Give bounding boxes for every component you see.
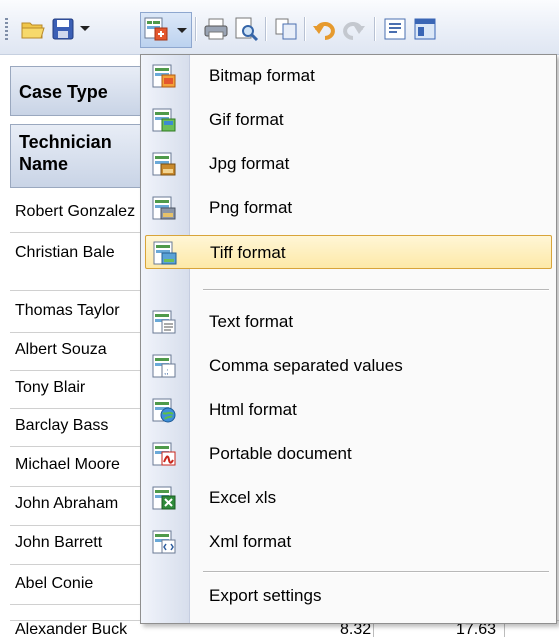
pdf-icon: [151, 441, 177, 467]
menu-item-label: Export settings: [209, 586, 322, 605]
row-divider: [10, 290, 140, 291]
menu-item-bitmap-format[interactable]: Bitmap format: [145, 59, 552, 93]
csv-icon: ,;: [151, 353, 177, 379]
export-icon: [143, 16, 169, 42]
toolbar-separator: [265, 17, 267, 41]
row-divider: [10, 486, 140, 487]
print-icon[interactable]: [203, 16, 229, 42]
table-row[interactable]: John Barrett: [15, 534, 141, 552]
menu-item-label: Bitmap format: [209, 66, 315, 85]
row-divider: [10, 370, 140, 371]
menu-separator: [203, 571, 549, 573]
export-button[interactable]: [140, 12, 192, 48]
toolbar-separator: [304, 17, 306, 41]
table-row[interactable]: Michael Moore: [15, 456, 141, 474]
row-divider: [10, 525, 140, 526]
column-header-technician-name[interactable]: Technician Name: [10, 124, 150, 188]
xml-icon: [151, 529, 177, 555]
menu-item-tiff-format[interactable]: Tiff format: [145, 235, 552, 269]
menu-item-comma-separated-values[interactable]: ,; Comma separated values: [145, 349, 552, 383]
menu-item-label: Jpg format: [209, 154, 290, 173]
bitmap-icon: [151, 63, 177, 89]
row-divider: [10, 232, 140, 233]
table-row[interactable]: Thomas Taylor: [15, 302, 141, 320]
menu-item-label: Html format: [209, 400, 297, 419]
row-divider: [10, 408, 140, 409]
jpg-icon: [151, 151, 177, 177]
open-folder-icon[interactable]: [20, 16, 46, 42]
tiff-icon: [152, 240, 178, 266]
row-divider: [10, 604, 140, 605]
excel-icon: [151, 485, 177, 511]
menu-item-excel-xls[interactable]: Excel xls: [145, 481, 552, 515]
menu-item-label: Gif format: [209, 110, 284, 129]
save-dropdown-arrow-icon[interactable]: [80, 26, 90, 31]
row-divider: [10, 564, 140, 565]
menu-separator: [203, 289, 549, 291]
page-setup-icon[interactable]: [382, 16, 408, 42]
menu-item-label: Tiff format: [210, 243, 286, 262]
toolbar-grip[interactable]: [5, 18, 8, 40]
layout-icon[interactable]: [412, 16, 438, 42]
menu-item-label: Text format: [209, 312, 294, 331]
table-row[interactable]: Albert Souza: [15, 341, 141, 359]
table-row[interactable]: Tony Blair: [15, 379, 141, 397]
menu-item-text-format[interactable]: Text format: [145, 305, 552, 339]
menu-item-portable-document[interactable]: Portable document: [145, 437, 552, 471]
table-row[interactable]: Abel Conie: [15, 575, 141, 593]
row-divider: [10, 332, 140, 333]
row-name: Alexander Buck: [15, 621, 128, 638]
gif-icon: [151, 107, 177, 133]
table-row[interactable]: Barclay Bass: [15, 417, 141, 435]
text-icon: [151, 309, 177, 335]
menu-item-export-settings[interactable]: Export settings: [145, 579, 552, 613]
undo-icon[interactable]: [311, 16, 337, 42]
toolbar-separator: [374, 17, 376, 41]
redo-icon[interactable]: [341, 16, 367, 42]
png-icon: [151, 195, 177, 221]
toolbar: [0, 0, 559, 55]
save-icon[interactable]: [50, 16, 76, 42]
table-row[interactable]: Robert Gonzalez: [15, 203, 141, 221]
menu-item-label: Excel xls: [209, 488, 277, 507]
row-divider: [10, 446, 140, 447]
menu-item-gif-format[interactable]: Gif format: [145, 103, 552, 137]
menu-item-xml-format[interactable]: Xml format: [145, 525, 552, 559]
menu-item-png-format[interactable]: Png format: [145, 191, 552, 225]
menu-item-jpg-format[interactable]: Jpg format: [145, 147, 552, 181]
menu-item-label: Comma separated values: [209, 356, 403, 375]
export-menu: Bitmap format Gif format Jpg format Png …: [140, 54, 557, 624]
column-header-case-type[interactable]: Case Type: [10, 66, 150, 116]
html-icon: [151, 397, 177, 423]
table-row[interactable]: John Abraham: [15, 495, 141, 513]
print-preview-icon[interactable]: [233, 16, 259, 42]
menu-item-label: Png format: [209, 198, 293, 217]
svg-text:,;: ,;: [164, 367, 168, 376]
toolbar-separator: [195, 17, 197, 41]
menu-item-html-format[interactable]: Html format: [145, 393, 552, 427]
menu-item-label: Xml format: [209, 532, 292, 551]
table-row[interactable]: Christian Bale: [15, 244, 141, 262]
menu-item-label: Portable document: [209, 444, 352, 463]
copy-icon[interactable]: [273, 16, 299, 42]
export-dropdown-arrow-icon: [177, 28, 187, 33]
